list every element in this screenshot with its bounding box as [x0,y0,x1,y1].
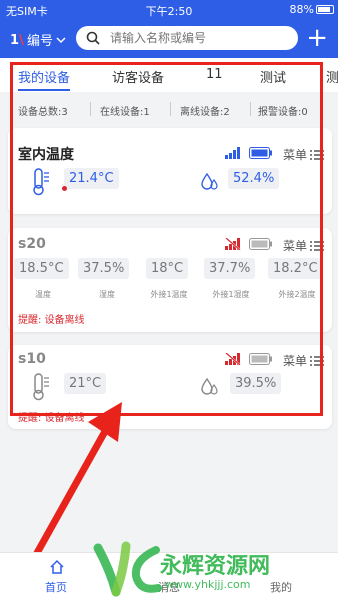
battery-icon [316,5,334,14]
watermark-text: 永辉资源网 [160,554,271,579]
watermark-url: www.yhkjjj.com [165,578,251,591]
tab-test-overflow[interactable]: 测 [326,67,338,86]
highlight-annotation-box [10,62,323,416]
search-icon [86,31,100,45]
status-bar: 无SIM卡 下午2:50 88% [0,0,338,20]
account-label: 编号 [27,34,54,49]
account-selector[interactable]: 1\ 编号 [10,30,66,49]
clock-text: 下午2:50 [145,5,193,18]
battery-percent: 88% [289,3,314,16]
add-device-button[interactable]: + [306,25,328,51]
nav-home[interactable]: 首页 [45,579,67,595]
search-input[interactable] [110,31,290,45]
chevron-down-icon [56,36,66,43]
home-icon[interactable] [49,559,65,575]
app-logo-icon: 1\ [10,32,24,48]
search-bar[interactable] [76,26,298,50]
